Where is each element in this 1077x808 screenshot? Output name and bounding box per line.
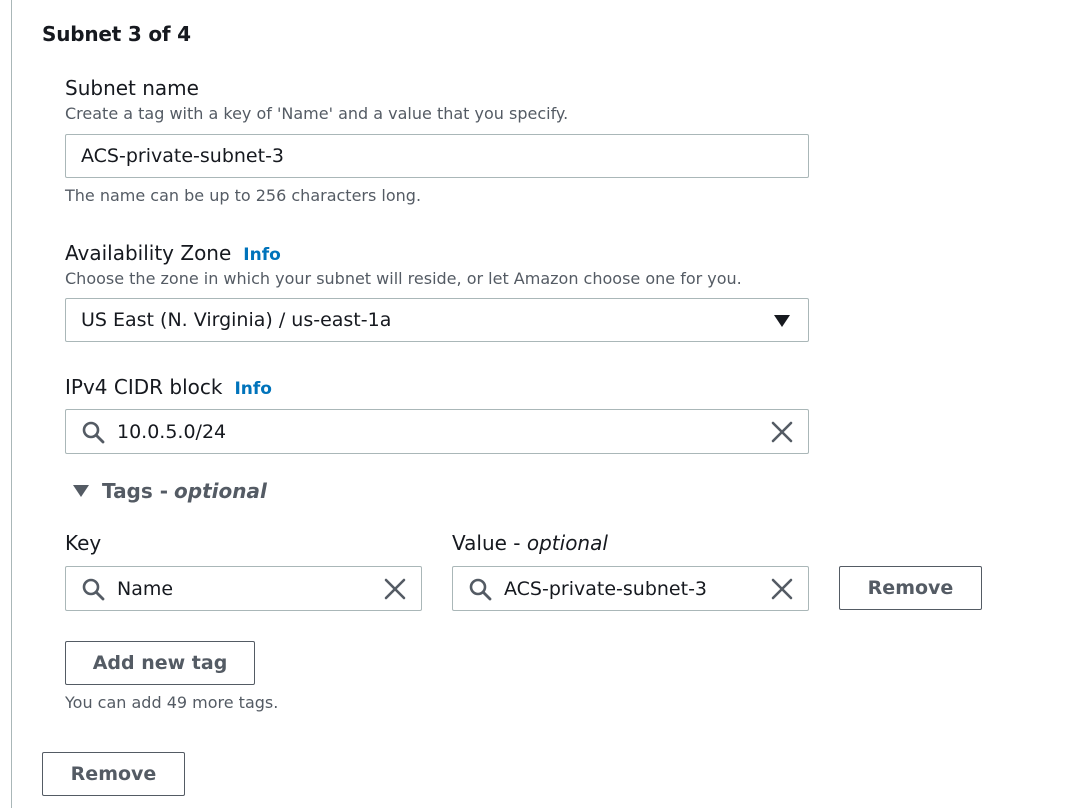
add-new-tag-button[interactable]: Add new tag [65, 641, 255, 685]
subnet-name-constraint: The name can be up to 256 characters lon… [65, 186, 422, 205]
tag-key-value: Name [117, 577, 174, 600]
tags-expand-toggle[interactable]: Tags - optional [73, 479, 267, 503]
close-icon[interactable] [771, 421, 793, 443]
availability-zone-label-text: Availability Zone [65, 241, 232, 265]
cidr-block-label: IPv4 CIDR block Info [65, 375, 272, 399]
subnet-name-label: Subnet name [65, 76, 199, 100]
cidr-block-label-text: IPv4 CIDR block [65, 375, 223, 399]
close-icon[interactable] [771, 578, 793, 600]
availability-zone-selected: US East (N. Virginia) / us-east-1a [81, 309, 392, 331]
caret-down-icon [73, 485, 89, 497]
tag-value-header-optional: optional [526, 531, 608, 555]
cidr-block-info-link[interactable]: Info [234, 379, 272, 399]
close-icon[interactable] [384, 578, 406, 600]
availability-zone-description: Choose the zone in which your subnet wil… [65, 269, 742, 288]
tag-value-header-text: Value - [452, 531, 521, 555]
subnet-form: Subnet 3 of 4 Subnet name Create a tag w… [0, 0, 1077, 808]
search-icon [82, 578, 105, 600]
tags-toggle-optional: optional [174, 479, 267, 503]
tag-value-input[interactable]: ACS-private-subnet-3 [452, 566, 809, 611]
tag-value-header: Value - optional [452, 531, 608, 555]
search-icon [82, 421, 105, 443]
cidr-block-value: 10.0.5.0/24 [117, 420, 227, 443]
tag-key-input[interactable]: Name [65, 566, 422, 611]
section-border [11, 0, 12, 808]
tags-toggle-label: Tags - [102, 479, 169, 503]
subnet-name-description: Create a tag with a key of 'Name' and a … [65, 104, 569, 123]
availability-zone-info-link[interactable]: Info [243, 245, 281, 265]
caret-down-icon [774, 315, 790, 327]
tag-value-value: ACS-private-subnet-3 [504, 577, 708, 600]
cidr-block-input[interactable]: 10.0.5.0/24 [65, 409, 809, 454]
availability-zone-select[interactable]: US East (N. Virginia) / us-east-1a [65, 298, 809, 342]
remove-tag-button[interactable]: Remove [839, 566, 982, 610]
subnet-name-input[interactable]: ACS-private-subnet-3 [65, 134, 809, 178]
availability-zone-label: Availability Zone Info [65, 241, 281, 265]
tag-key-header: Key [65, 531, 102, 555]
subnet-name-value: ACS-private-subnet-3 [81, 145, 285, 167]
tag-limit-note: You can add 49 more tags. [65, 693, 279, 712]
subnet-section-title: Subnet 3 of 4 [42, 22, 191, 46]
remove-subnet-button[interactable]: Remove [42, 752, 185, 796]
search-icon [469, 578, 492, 600]
